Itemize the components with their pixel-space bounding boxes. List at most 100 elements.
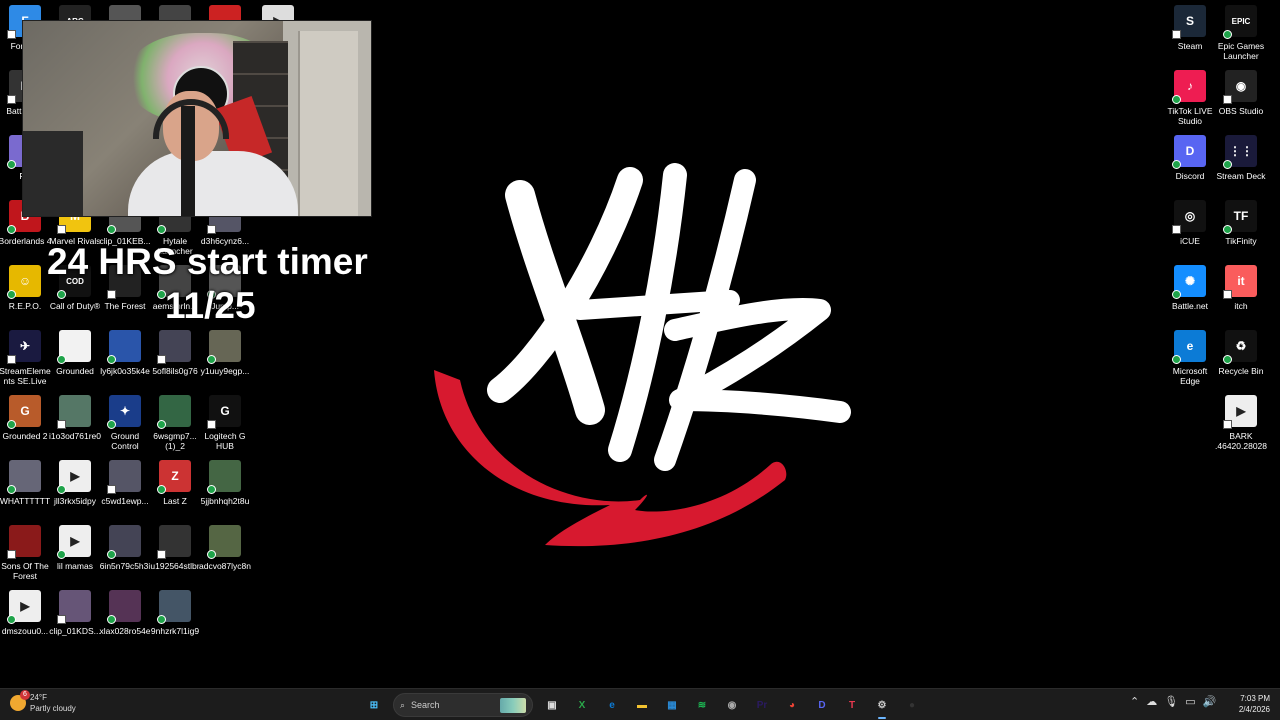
weather-temp: 24°F: [30, 693, 47, 702]
app-icon: ♪: [1172, 70, 1206, 104]
app-icon: G: [207, 395, 241, 429]
weather-sun-icon: 6: [10, 690, 30, 711]
desktop-icon[interactable]: i1o3od761re0: [49, 395, 101, 441]
desktop-icon[interactable]: adcvo87lyc8n: [199, 525, 251, 571]
timer-overlay-count: 11/25: [165, 285, 256, 326]
desktop-icon[interactable]: G Grounded 2: [0, 395, 50, 441]
clock[interactable]: 7:03 PM 2/4/2026: [1228, 693, 1270, 715]
desktop-icon-label: OBS Studio: [1218, 106, 1264, 116]
desktop-icon[interactable]: Z Last Z: [150, 460, 200, 506]
desktop-icon[interactable]: ⋮⋮ Stream Deck: [1216, 135, 1266, 181]
app-icon: it: [1223, 265, 1257, 299]
desktop-icon[interactable]: ✦ Ground Control: [100, 395, 150, 451]
desktop-icon-label: Discord: [1175, 171, 1205, 181]
desktop-icon[interactable]: Sons Of The Forest: [0, 525, 50, 581]
app-icon: ♻: [1223, 330, 1257, 364]
desktop-icon[interactable]: 6in5n79c5h3i: [100, 525, 150, 571]
desktop-icon[interactable]: ▶ lil mamas: [50, 525, 100, 571]
search-placeholder: Search: [411, 700, 440, 710]
start-button[interactable]: ⊞: [363, 694, 385, 716]
desktop-icon-label: Steam: [1177, 41, 1203, 51]
desktop-icon-label: R.E.P.O.: [8, 301, 42, 311]
desktop-icon[interactable]: xlax028ro54e: [99, 590, 151, 636]
desktop-icon[interactable]: D Discord: [1165, 135, 1215, 181]
discord-app[interactable]: D: [811, 694, 833, 716]
app-icon: ☺: [7, 265, 41, 299]
search-box[interactable]: ⌕ Search: [393, 693, 533, 717]
desktop-icon[interactable]: 5jjbnhqh2t8u: [200, 460, 250, 506]
desktop-icon[interactable]: G Logitech G HUB: [200, 395, 250, 451]
desktop-icon-label: Stream Deck: [1216, 171, 1266, 181]
file-explorer-app[interactable]: ▬: [631, 694, 653, 716]
desktop-icon[interactable]: e Microsoft Edge: [1165, 330, 1215, 386]
desktop-icon-label: Sons Of The Forest: [1, 561, 49, 581]
settings-app[interactable]: ⚙: [871, 694, 893, 719]
desktop-icon[interactable]: WHATTTTTT: [0, 460, 50, 506]
desktop-icon[interactable]: c5wd1ewp...: [100, 460, 150, 506]
desktop-icon-label: c5wd1ewp...: [101, 496, 149, 506]
app-icon: Z: [157, 460, 191, 494]
desktop-icon-label: Last Z: [163, 496, 187, 506]
desktop-icon[interactable]: ▶ dmszouu0...: [0, 590, 50, 636]
tiktok-tools-app[interactable]: T: [841, 694, 863, 716]
desktop-icon[interactable]: EPIC Epic Games Launcher: [1216, 5, 1266, 61]
weather-widget[interactable]: 6 24°F Partly cloudy: [10, 690, 76, 714]
desktop-icon[interactable]: Grounded: [50, 330, 100, 376]
desktop-icon[interactable]: S Steam: [1165, 5, 1215, 51]
store-app[interactable]: ▦: [661, 694, 683, 716]
desktop-icon-label: u192564stlbr: [150, 561, 200, 571]
desktop-icon-label: adcvo87lyc8n: [199, 561, 251, 571]
app-icon: TF: [1223, 200, 1257, 234]
app-icon: [107, 590, 141, 624]
desktop-icon[interactable]: it itch: [1216, 265, 1266, 311]
weather-desc: Partly cloudy: [30, 704, 76, 713]
desktop-icon-label: Borderlands 4: [0, 236, 52, 246]
record-app[interactable]: ●: [901, 694, 923, 716]
desktop-icon[interactable]: ly6jk0o35k4e: [100, 330, 150, 376]
chevron-up-icon[interactable]: ⌃: [1130, 695, 1139, 708]
desktop-icon[interactable]: clip_01KDS...: [49, 590, 101, 636]
cloud-icon[interactable]: ☁: [1146, 695, 1157, 708]
xbox-app[interactable]: X: [571, 694, 593, 716]
app-icon: [207, 330, 241, 364]
app-icon: [157, 395, 191, 429]
edge-app[interactable]: e: [601, 694, 623, 716]
desktop-icon[interactable]: TF TikFinity: [1216, 200, 1266, 246]
desktop-icon[interactable]: ▶ jll3rkx5idpy: [50, 460, 100, 506]
obs-app[interactable]: ◉: [721, 694, 743, 716]
desktop-icon-label: Grounded 2: [2, 431, 48, 441]
desktop-icon[interactable]: 9nhzrk7l1ig9: [150, 590, 200, 636]
desktop-icon[interactable]: ☺ R.E.P.O.: [0, 265, 50, 311]
desktop-icon-label: Microsoft Edge: [1172, 366, 1208, 386]
desktop-icon[interactable]: u192564stlbr: [150, 525, 200, 571]
desktop-icon-label: Ground Control: [110, 431, 140, 451]
desktop-icon[interactable]: ▶ BARK .46420.28028: [1215, 395, 1267, 451]
desktop-icon[interactable]: ◎ iCUE: [1165, 200, 1215, 246]
desktop-icon[interactable]: 5ofl8ils0g76: [150, 330, 200, 376]
monitor-icon[interactable]: ▭: [1185, 695, 1195, 708]
app-icon: ◉: [1223, 70, 1257, 104]
desktop-icon-label: Battle.net: [1172, 301, 1208, 311]
search-highlight-icon: [500, 698, 526, 713]
chrome-app[interactable]: ◕: [781, 694, 803, 716]
spotify-app[interactable]: ≋: [691, 694, 713, 716]
desktop-icon[interactable]: 6wsgmp7... (1)_2: [150, 395, 200, 451]
desktop-icon-label: StreamElements SE.Live: [0, 366, 51, 386]
desktop-icon[interactable]: ✈ StreamElements SE.Live: [0, 330, 51, 386]
task-view-button[interactable]: ▣: [541, 694, 563, 716]
app-icon: [157, 590, 191, 624]
search-icon: ⌕: [400, 699, 406, 710]
app-icon: ⋮⋮: [1223, 135, 1257, 169]
premiere-app[interactable]: Pr: [751, 694, 773, 716]
speaker-icon[interactable]: 🔊: [1203, 695, 1217, 708]
desktop-icon[interactable]: ◉ OBS Studio: [1216, 70, 1266, 116]
desktop-icon-label: 6wsgmp7... (1)_2: [153, 431, 197, 451]
desktop-icon[interactable]: ♪ TikTok LIVE Studio: [1165, 70, 1215, 126]
desktop-icon[interactable]: ✺ Battle.net: [1165, 265, 1215, 311]
desktop-icon[interactable]: y1uuy9egp...: [200, 330, 250, 376]
microphone-icon[interactable]: 🎙: [1164, 695, 1178, 708]
app-icon: ▶: [1223, 395, 1257, 429]
app-icon: [107, 460, 141, 494]
desktop-icon[interactable]: ♻ Recycle Bin: [1216, 330, 1266, 376]
desktop-icon-label: Logitech G HUB: [204, 431, 246, 451]
